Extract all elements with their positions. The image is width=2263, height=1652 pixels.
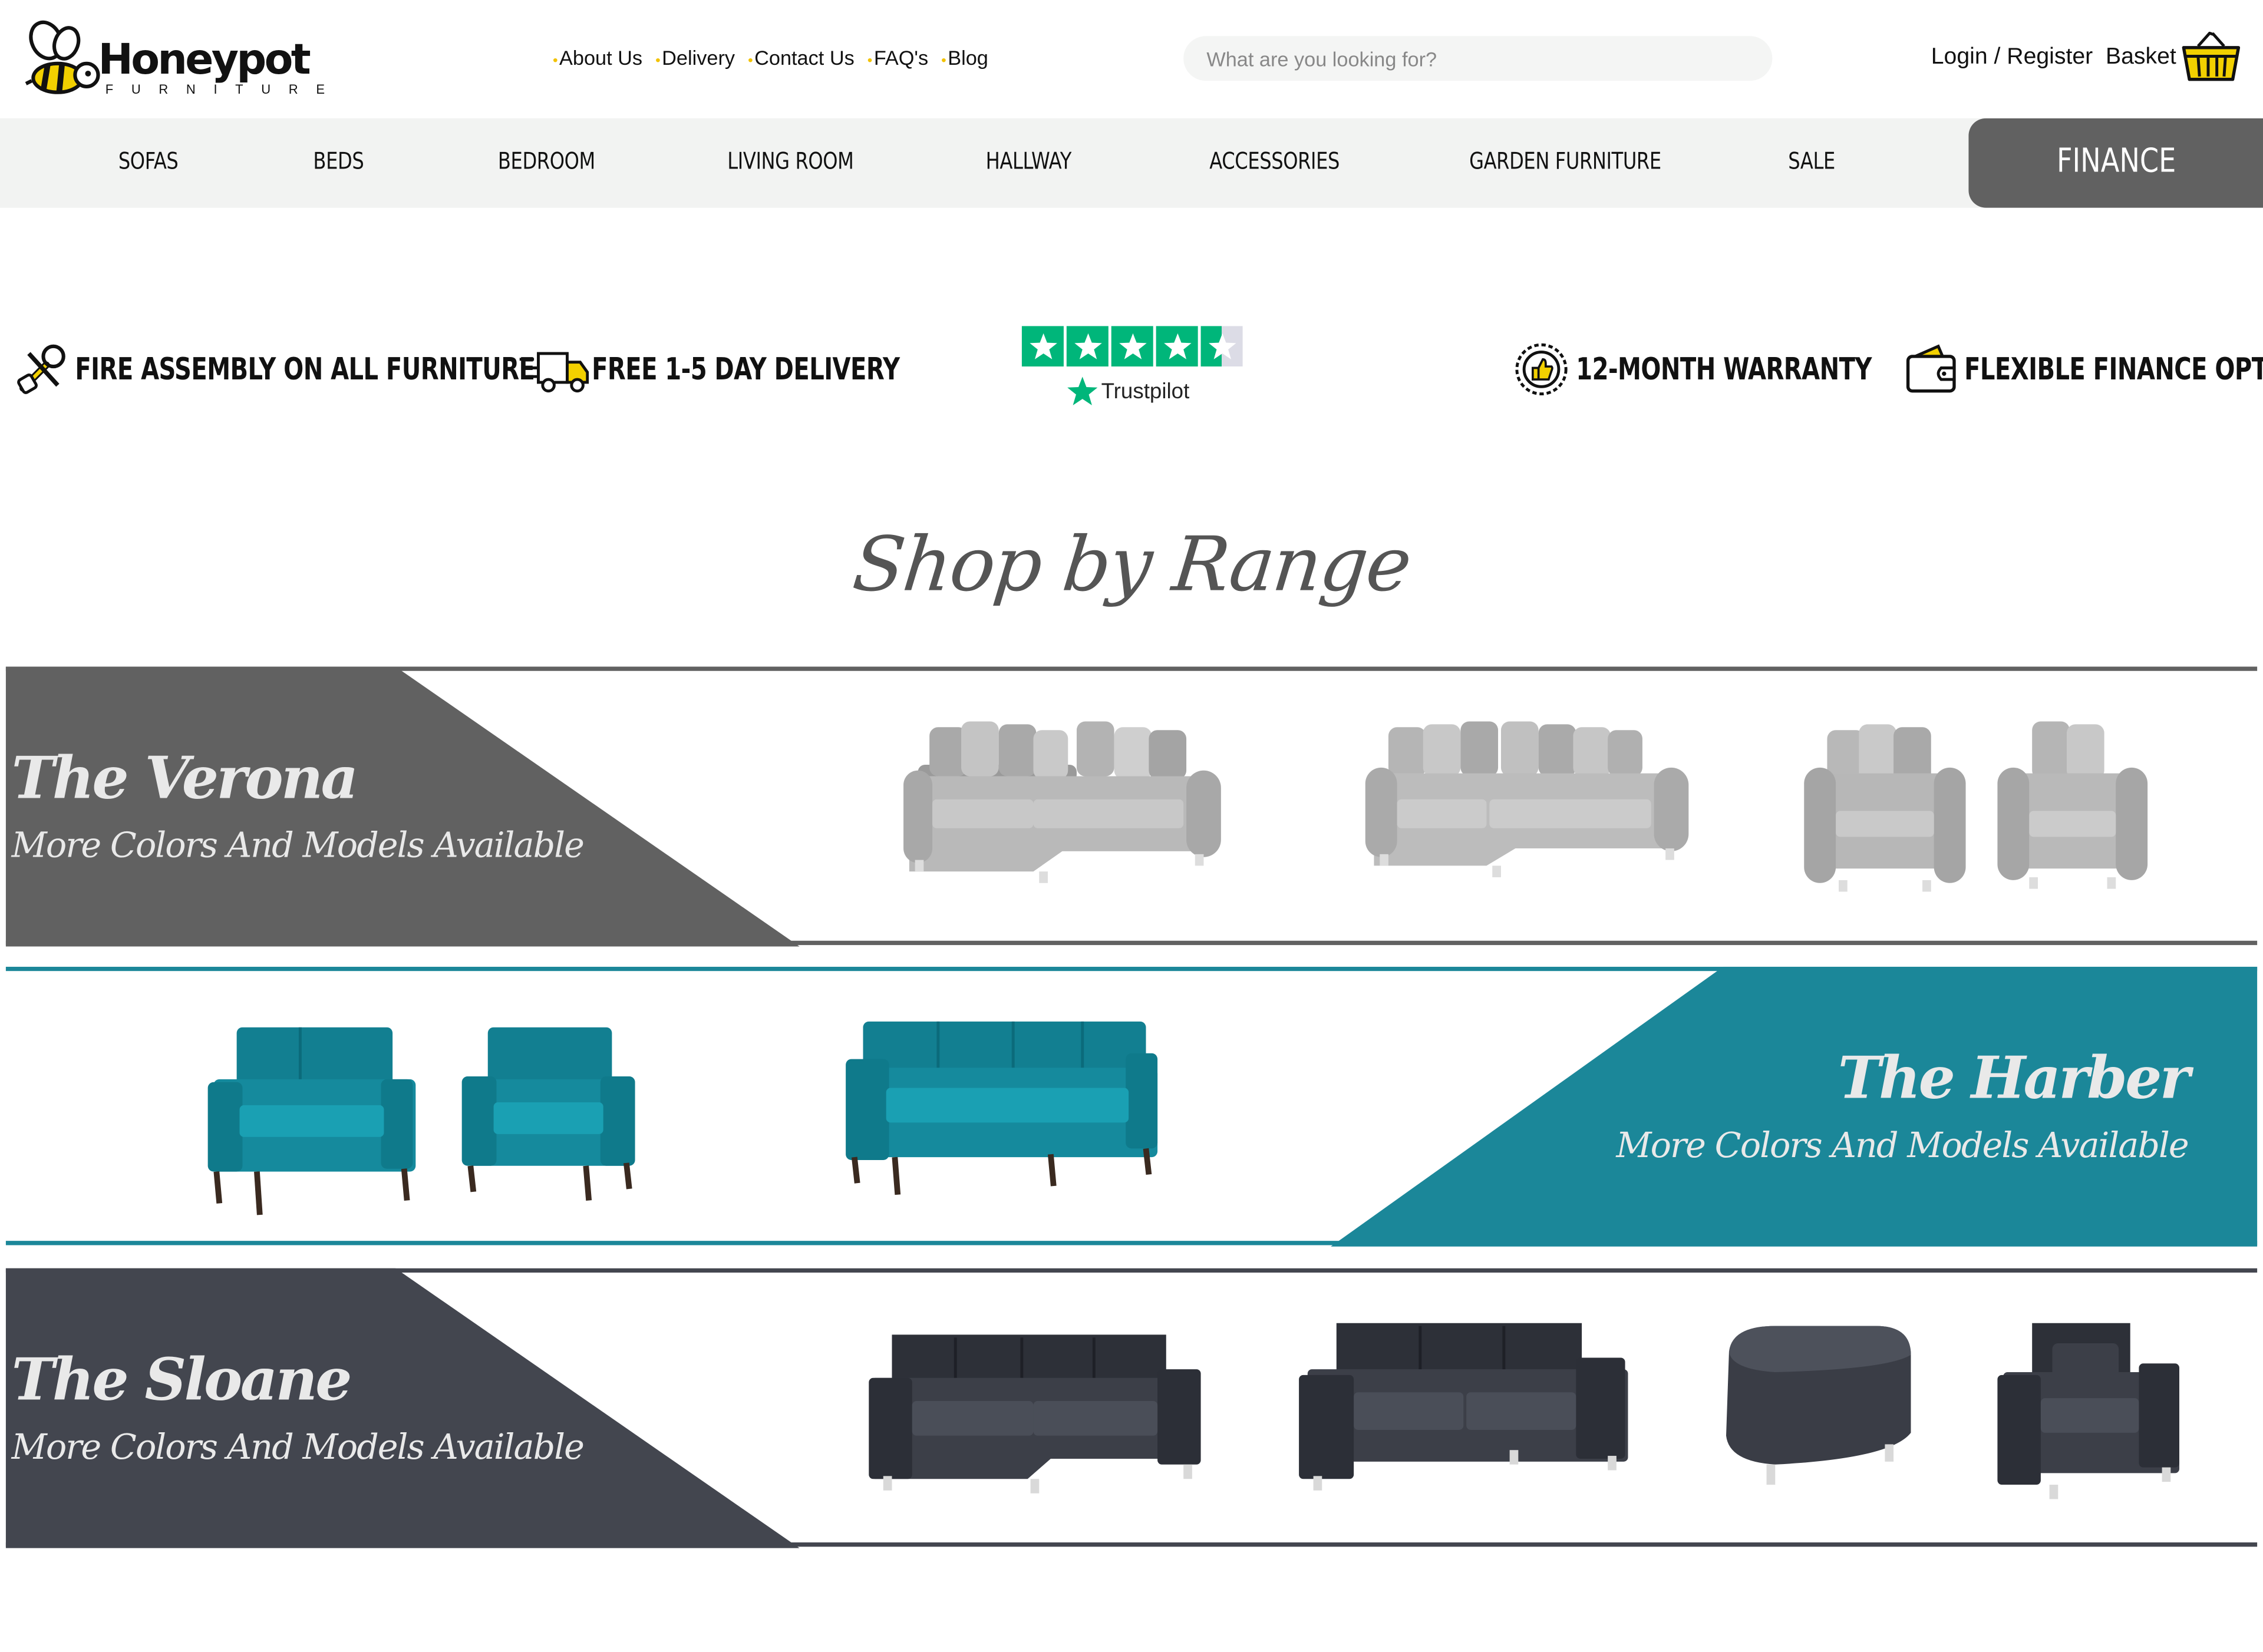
verona-corner-sofa-alt-image[interactable] (1357, 710, 1697, 897)
star-icon (1066, 326, 1109, 367)
bullet-icon: • (552, 53, 558, 70)
bee-icon (25, 20, 100, 94)
search-input[interactable] (1183, 36, 1773, 81)
account-links: Login / Register Basket (1931, 45, 2176, 71)
range-title: The Sloane (11, 1346, 352, 1415)
bullet-icon: • (941, 53, 946, 70)
nav-item-garden-furniture[interactable]: GARDEN FURNITURE (1469, 118, 1661, 208)
wallet-icon (1906, 344, 1956, 393)
nav-item-sofas[interactable]: SOFAS (118, 118, 179, 208)
top-link-contact[interactable]: • Contact Us (748, 46, 855, 69)
basket-link[interactable]: Basket (2106, 45, 2176, 70)
login-register-link[interactable]: Login / Register (1931, 45, 2093, 70)
top-links: • About Us • Delivery • Contact Us • FAQ's •… (553, 46, 1001, 69)
star-icon (1021, 326, 1064, 367)
usp-delivery: FREE 1-5 DAY DELIVERY (519, 341, 987, 398)
usp-finance: FLEXIBLE FINANCE OPTIONS (1904, 341, 2263, 398)
warranty-badge-icon (1515, 343, 1568, 396)
delivery-truck-icon (519, 352, 589, 393)
header: Honeypot FURNITURE • About Us • Delivery •… (0, 0, 2263, 118)
range-title: The Verona (11, 744, 358, 812)
range-banner-sloane[interactable]: The Sloane More Colors And Models Availa… (5, 1268, 2258, 1548)
star-icon (1111, 326, 1153, 367)
brand-subtitle: FURNITURE (105, 82, 343, 97)
sloane-corner-sofa-image[interactable] (863, 1320, 1207, 1508)
bullet-icon: • (867, 53, 873, 70)
usp-assembly-label: FIRE ASSEMBLY ON ALL FURNITURE (75, 352, 535, 387)
range-title: The Harber (1838, 1045, 2191, 1113)
usp-warranty-label: 12-MONTH WARRANTY (1576, 352, 1872, 387)
nav-item-living-room[interactable]: LIVING ROOM (727, 118, 854, 208)
section-heading: Shop by Range (849, 522, 1414, 609)
main-nav: SOFAS BEDS BEDROOM LIVING ROOM HALLWAY A… (0, 118, 2263, 208)
bullet-icon: • (748, 53, 753, 70)
top-link-blog[interactable]: • Blog (941, 46, 988, 69)
verona-loveseat-image[interactable] (1796, 710, 1969, 912)
nav-item-sale[interactable]: SALE (1788, 118, 1835, 208)
harber-loveseat-image[interactable] (202, 1022, 418, 1224)
top-link-delivery[interactable]: • Delivery (655, 46, 735, 69)
sloane-sofa-image[interactable] (1293, 1317, 1634, 1508)
nav-item-bedroom[interactable]: BEDROOM (498, 118, 595, 208)
sloane-armchair-image[interactable] (1995, 1314, 2185, 1511)
nav-item-accessories[interactable]: ACCESSORIES (1209, 118, 1340, 208)
sloane-footstool-image[interactable] (1717, 1320, 1919, 1499)
usp-delivery-label: FREE 1-5 DAY DELIVERY (592, 352, 900, 387)
nav-item-beds[interactable]: BEDS (313, 118, 364, 208)
trustpilot-stars (1021, 326, 1244, 367)
harber-sofa-image[interactable] (843, 1016, 1163, 1203)
range-subtitle: More Colors And Models Available (1616, 1125, 2189, 1166)
half-star-icon (1200, 326, 1243, 367)
nav-item-hallway[interactable]: HALLWAY (986, 118, 1072, 208)
range-subtitle: More Colors And Models Available (11, 1427, 585, 1468)
range-subtitle: More Colors And Models Available (11, 825, 585, 866)
trustpilot-widget[interactable]: Trustpilot (1021, 326, 1244, 412)
range-banner-verona[interactable]: The Verona More Colors And Models Availa… (5, 666, 2258, 947)
tools-icon (17, 344, 65, 394)
top-link-faqs[interactable]: • FAQ's (867, 46, 928, 69)
star-icon (1156, 326, 1198, 367)
range-banner-harber[interactable]: The Harber More Colors And Models Availa… (5, 966, 2258, 1247)
usp-warranty: 12-MONTH WARRANTY (1513, 341, 1955, 398)
trustpilot-label: Trustpilot (1067, 375, 1189, 407)
verona-corner-sofa-image[interactable] (889, 710, 1236, 897)
bullet-icon: • (655, 53, 661, 70)
verona-armchair-image[interactable] (1992, 710, 2153, 912)
finance-button[interactable]: FINANCE (1968, 118, 2263, 208)
brand-name: Honeypot (98, 34, 311, 84)
basket-icon[interactable] (2180, 31, 2241, 84)
top-link-about[interactable]: • About Us (553, 46, 642, 69)
trustpilot-star-icon (1067, 376, 1098, 405)
harber-armchair-image[interactable] (459, 1022, 638, 1209)
logo[interactable]: Honeypot FURNITURE (23, 17, 355, 104)
usp-finance-label: FLEXIBLE FINANCE OPTIONS (1964, 352, 2263, 387)
